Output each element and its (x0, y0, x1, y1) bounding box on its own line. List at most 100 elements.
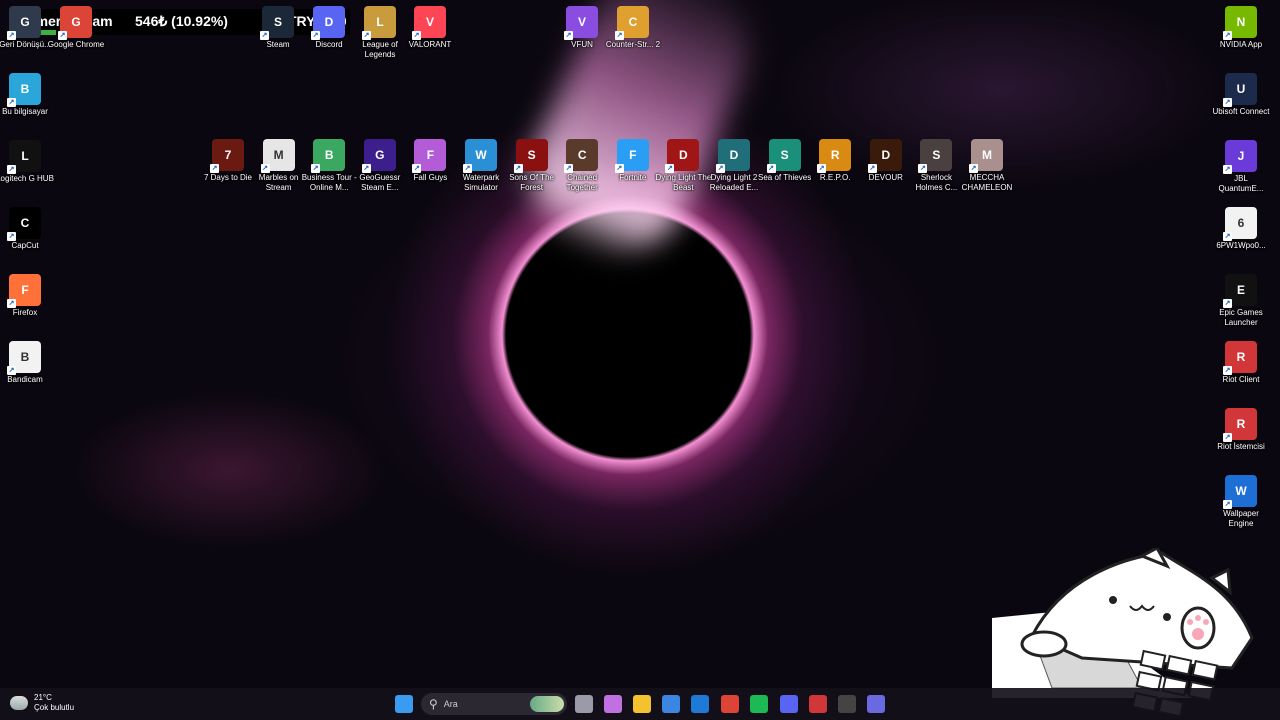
dying-light-2-icon: D ↗ (716, 139, 750, 173)
desktop-icon-epic-games[interactable]: E ↗ Epic Games Launcher (1211, 274, 1271, 328)
desktop-icon-label: MECCHA CHAMELEON (961, 173, 1013, 192)
business-tour-icon: B ↗ (311, 139, 346, 173)
desktop-icon-label: Epic Games Launcher (1219, 308, 1263, 327)
start-button[interactable] (395, 695, 413, 713)
firefox-icon: F ↗ (7, 274, 41, 308)
desktop-icon-chrome[interactable]: G ↗ Google Chrome (46, 6, 106, 50)
desktop-icon-capcut[interactable]: C ↗ CapCut (0, 207, 55, 251)
desktop-icon-jbl[interactable]: J ↗ JBL QuantumE... (1211, 140, 1271, 194)
shortcut-arrow-icon: ↗ (766, 164, 776, 173)
desktop-icon-label: Firefox (12, 308, 38, 317)
shortcut-arrow-icon: ↗ (361, 164, 371, 173)
task-view-button[interactable] (575, 695, 593, 713)
desktop-icon-nvidia[interactable]: N ↗ NVIDIA App (1211, 6, 1271, 50)
weather-widget[interactable]: 21°C Çok bulutlu (10, 693, 74, 713)
copilot-button[interactable] (604, 695, 622, 713)
shortcut-arrow-icon: ↗ (463, 164, 472, 173)
spotify-button[interactable] (750, 695, 768, 713)
shortcut-arrow-icon: ↗ (564, 164, 574, 173)
shortcut-arrow-icon: ↗ (513, 164, 523, 173)
desktop-icon-label: Logitech G HUB (0, 174, 54, 183)
shortcut-arrow-icon: ↗ (260, 31, 269, 40)
shortcut-arrow-icon: ↗ (210, 164, 219, 173)
epic-games-icon: E ↗ (1223, 274, 1257, 308)
desktop-icon-firefox[interactable]: F ↗ Firefox (0, 274, 55, 318)
search-placeholder: Ara (443, 699, 458, 709)
discord-taskbar-button[interactable] (780, 695, 798, 713)
file-explorer-button[interactable] (633, 695, 651, 713)
desktop-icon-wallpaper-engine[interactable]: W ↗ Wallpaper Engine (1211, 475, 1271, 529)
valorant-icon: V ↗ (412, 6, 446, 40)
desktop-icon-chameleon[interactable]: M ↗ MECCHA CHAMELEON (957, 139, 1017, 193)
desktop-icon-computer[interactable]: B ↗ Bu bilgisayar (0, 73, 55, 117)
desktop-icon-ubisoft[interactable]: U ↗ Ubisoft Connect (1211, 73, 1271, 117)
shortcut-arrow-icon: ↗ (1223, 232, 1232, 241)
desktop-icon-label: Counter-Str... 2 (605, 40, 661, 49)
shortcut-arrow-icon: ↗ (1223, 31, 1232, 40)
shortcut-arrow-icon: ↗ (1223, 433, 1232, 442)
desktop-icon-logitech[interactable]: L ↗ Logitech G HUB (0, 140, 55, 184)
search-icon: ⚲ (429, 697, 438, 711)
weather-desc: Çok bulutlu (34, 703, 75, 712)
file-icon: B ↗ (7, 341, 41, 375)
shortcut-arrow-icon: ↗ (7, 299, 16, 308)
desktop-icon-label: Riot Client (1222, 375, 1260, 384)
sons-forest-icon: S ↗ (513, 139, 548, 173)
desktop-icon-label: Ubisoft Connect (1212, 107, 1270, 116)
goal-progress-text: 546₺ (10.92%) (135, 13, 228, 29)
shortcut-arrow-icon: ↗ (311, 164, 321, 173)
computer-icon: B ↗ (7, 73, 41, 107)
shortcut-arrow-icon: ↗ (615, 31, 624, 40)
counter-strike-icon: C ↗ (615, 6, 649, 40)
chrome-taskbar-button[interactable] (721, 695, 739, 713)
shortcut-arrow-icon: ↗ (817, 164, 827, 173)
shortcut-arrow-icon: ↗ (7, 165, 16, 174)
seven-days-icon: 7 ↗ (210, 139, 244, 173)
wallpaper-engine-icon: W ↗ (1223, 475, 1257, 509)
obs-button[interactable] (838, 695, 856, 713)
shortcut-arrow-icon: ↗ (260, 164, 270, 173)
capcut-icon: C ↗ (7, 207, 41, 241)
chrome-icon: G ↗ (58, 6, 92, 40)
desktop-icon-label: Wallpaper Engine (1223, 509, 1259, 528)
league-icon: L ↗ (362, 6, 396, 40)
fall-guys-icon: F ↗ (412, 139, 447, 173)
shortcut-arrow-icon: ↗ (1223, 165, 1232, 174)
shortcut-arrow-icon: ↗ (1223, 366, 1232, 375)
chameleon-icon: M ↗ (969, 139, 1003, 173)
desktop-icon-valorant[interactable]: V ↗ VALORANT (400, 6, 460, 50)
desktop-icon-file[interactable]: B ↗ Bandicam (0, 341, 55, 385)
nvidia-icon: N ↗ (1223, 6, 1257, 40)
search-box[interactable]: ⚲ Ara (421, 693, 567, 715)
steam-icon: S ↗ (260, 6, 294, 40)
shortcut-arrow-icon: ↗ (362, 31, 371, 40)
shortcut-arrow-icon: ↗ (969, 164, 978, 173)
outlook-button[interactable] (691, 695, 709, 713)
search-highlight-icon (530, 696, 564, 712)
riot-istemcisi-icon: R ↗ (1223, 408, 1257, 442)
desktop-icon-riot-client[interactable]: R ↗ Riot Client (1211, 341, 1271, 385)
app-taskbar-button[interactable] (867, 695, 885, 713)
fortnite-icon: F ↗ (614, 139, 649, 173)
vfun-icon: V ↗ (564, 6, 598, 40)
riot-taskbar-button[interactable] (809, 695, 827, 713)
sherlock-icon: S ↗ (918, 139, 953, 173)
desktop-icon-label: Google Chrome (47, 40, 105, 49)
shortcut-arrow-icon: ↗ (412, 31, 421, 40)
desktop-icon-label: Bandicam (7, 375, 43, 384)
shortcut-arrow-icon: ↗ (311, 31, 320, 40)
store-button[interactable] (662, 695, 680, 713)
desktop-icon-label: CapCut (11, 241, 39, 250)
shortcut-arrow-icon: ↗ (716, 164, 725, 173)
shortcut-arrow-icon: ↗ (7, 232, 16, 241)
desktop-icon-chrome-file[interactable]: 6 ↗ 6PW1Wpo0... (1211, 207, 1271, 251)
shortcut-arrow-icon: ↗ (1223, 500, 1232, 509)
desktop-icon-riot-istemcisi[interactable]: R ↗ Riot İstemcisi (1211, 408, 1271, 452)
shortcut-arrow-icon: ↗ (7, 98, 16, 107)
desktop-icon-label: Bu bilgisayar (2, 107, 48, 116)
desktop-icon-counter-strike[interactable]: C ↗ Counter-Str... 2 (603, 6, 663, 50)
shortcut-arrow-icon: ↗ (7, 31, 16, 40)
waterpark-icon: W ↗ (463, 139, 497, 173)
shortcut-arrow-icon: ↗ (665, 164, 675, 173)
marbles-icon: M ↗ (260, 139, 295, 173)
